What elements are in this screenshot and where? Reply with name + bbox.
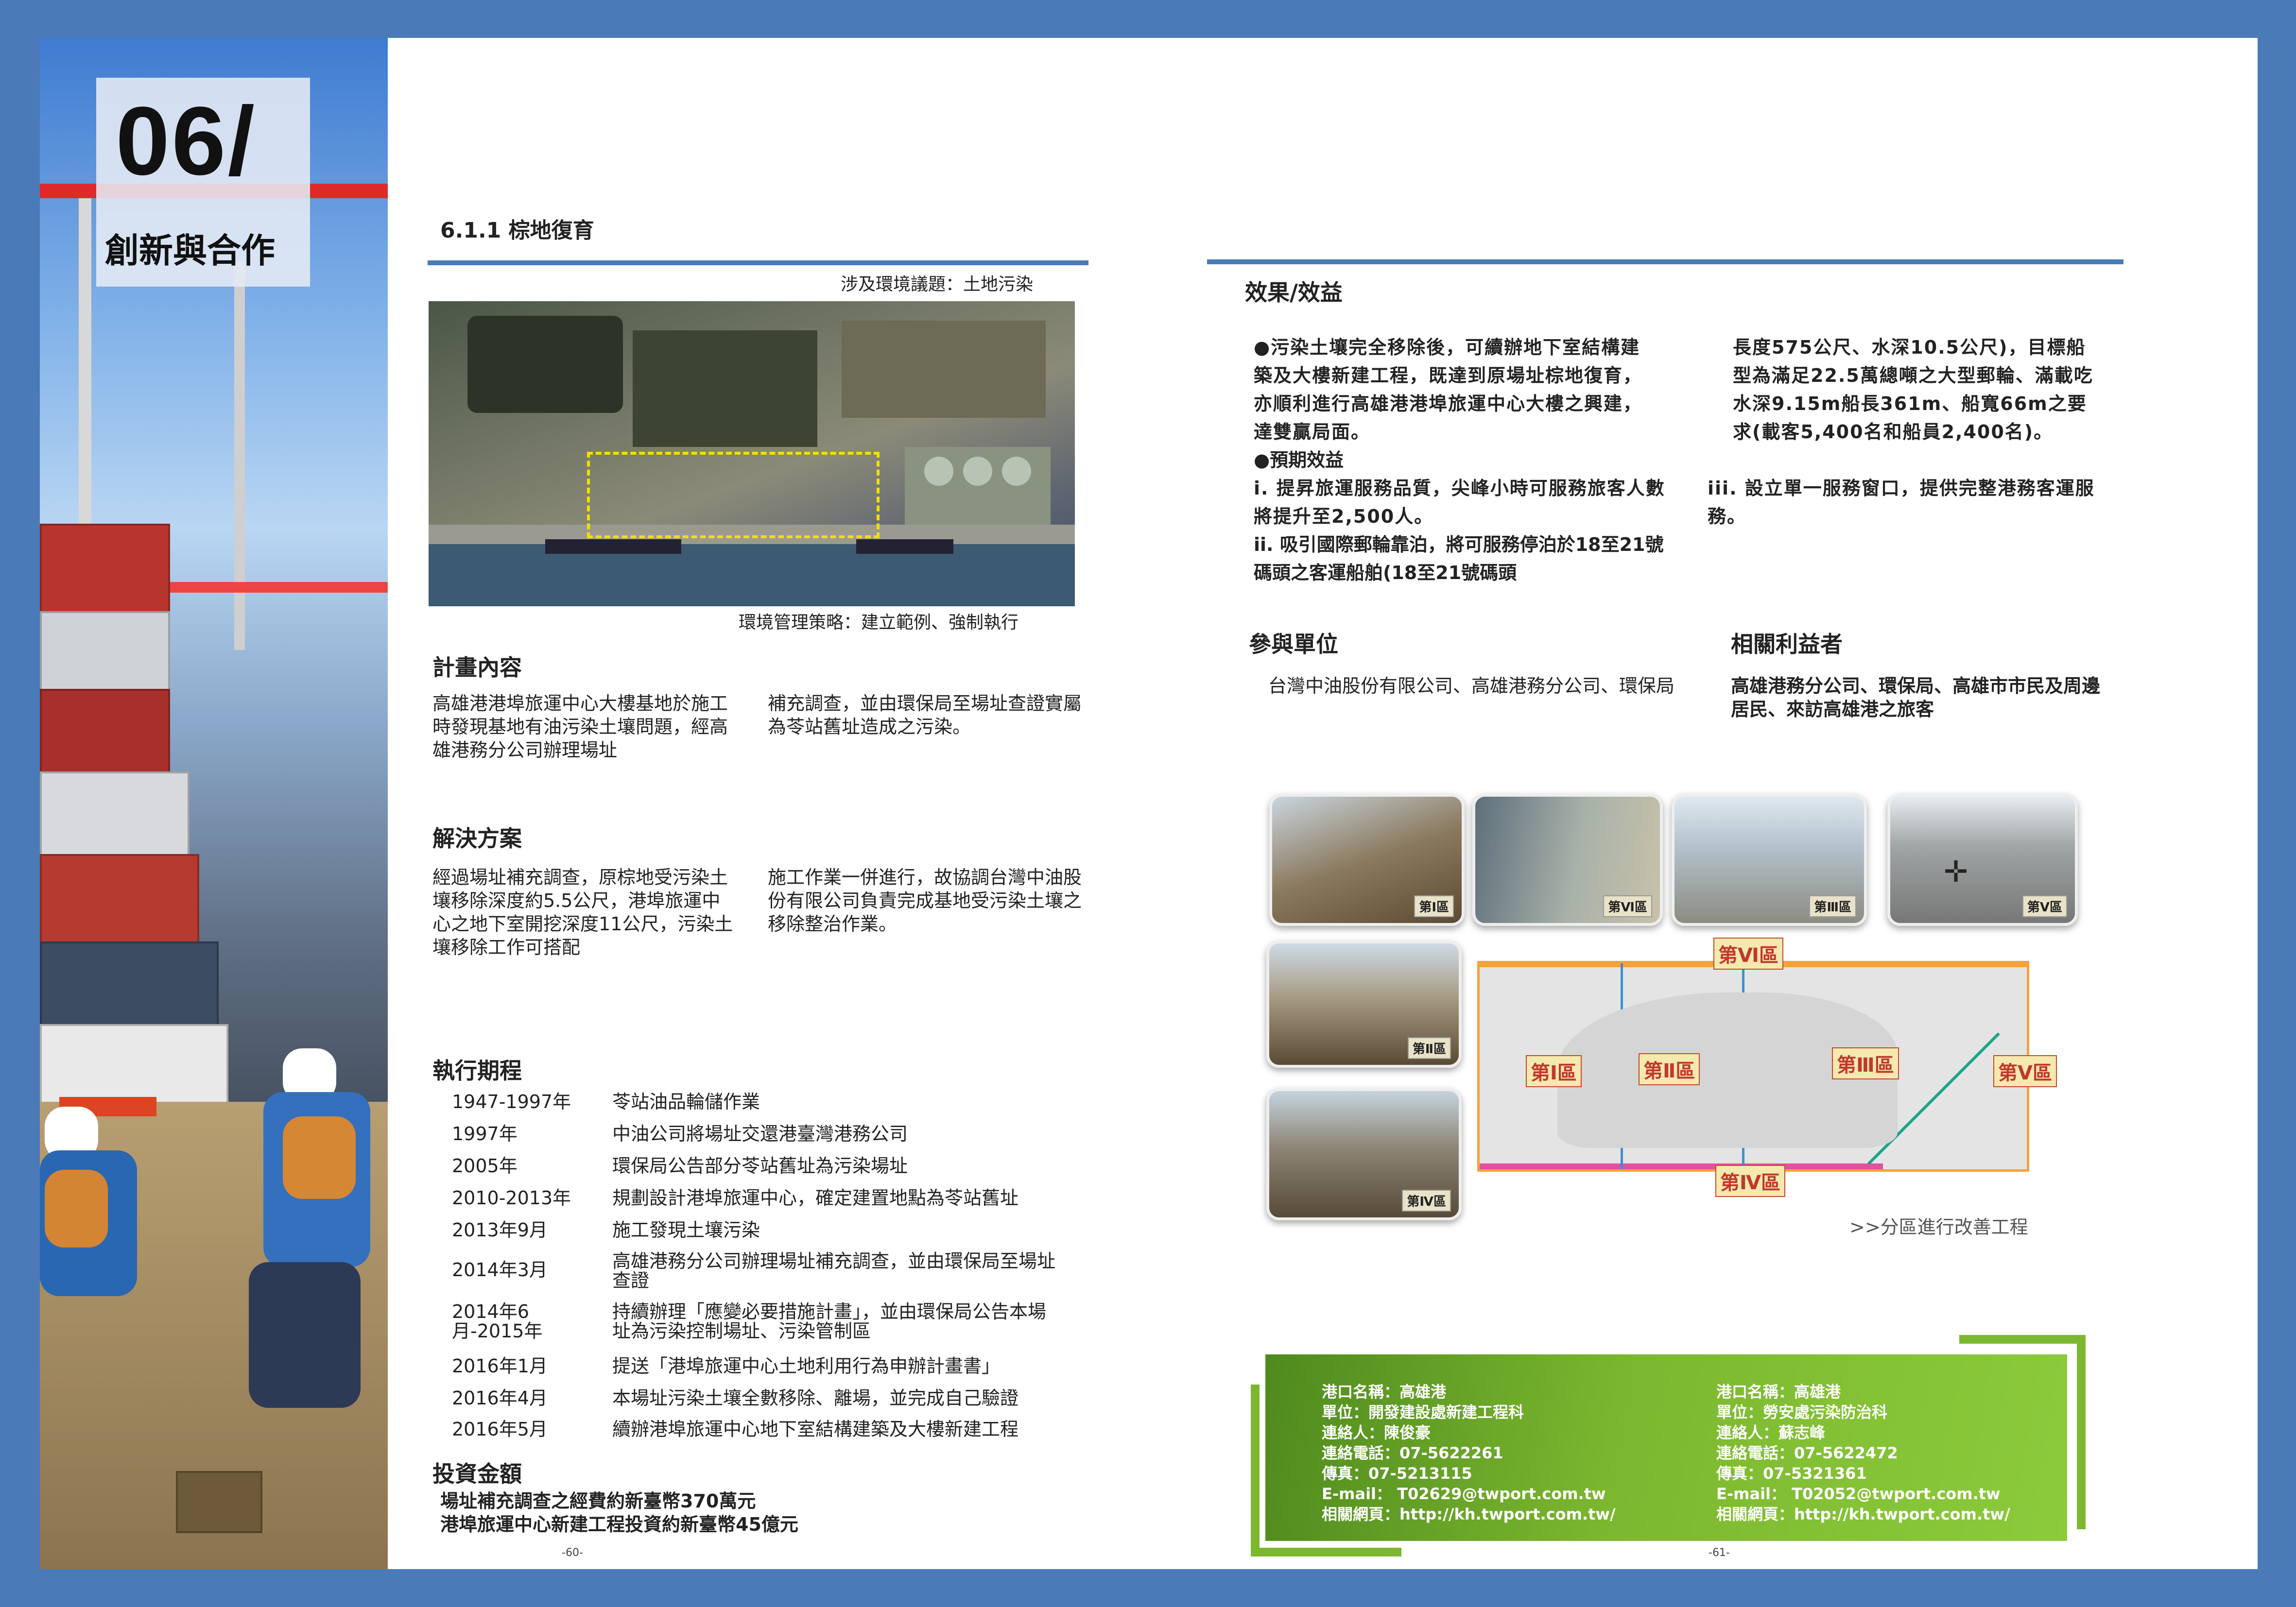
zone-map-label: 第Ⅰ區: [1526, 1055, 1582, 1087]
investment-line2: 港埠旅運中心新建工程投資約新臺幣45億元: [440, 1514, 798, 1535]
zone-map-label: 第Ⅲ區: [1832, 1047, 1899, 1079]
timeline-year: 2010-2013年: [452, 1187, 571, 1209]
contact-frame-right: [2077, 1335, 2086, 1529]
investment-line1: 場址補充調查之經費約新臺幣370萬元: [440, 1490, 756, 1512]
zone-photo-label: 第Ⅵ區: [1603, 895, 1652, 917]
aerial-site-photo: [429, 301, 1075, 606]
timeline-desc: 提送「港埠旅運中心土地利用行為申辦計畫書」: [612, 1355, 1001, 1377]
investment-heading: 投資金額: [432, 1461, 522, 1487]
contact-web[interactable]: 相關網頁：http://kh.twport.com.tw/: [1322, 1504, 1616, 1524]
timeline-year: 2016年1月: [452, 1355, 548, 1377]
timeline-year: 2014年3月: [452, 1259, 548, 1281]
effects-item-iii: iii. 設立單一服務窗口，提供完整港務客運服務。: [1708, 478, 2095, 527]
plan-text-col2: 補充調查，並由環保局至場址查證實屬為苓站舊址造成之污染。: [768, 693, 1082, 737]
zone-photo-label: 第Ⅰ區: [1414, 895, 1454, 917]
chapter-title: 創新與合作: [105, 231, 275, 271]
plan-text-col1: 高雄港港埠旅運中心大樓基地於施工時發現基地有油污染土壤問題，經高雄港務分公司辦理…: [432, 693, 728, 761]
timeline-desc: 施工發現土壤污染: [612, 1219, 760, 1241]
timeline-desc: 環保局公告部分苓站舊址為污染場址: [612, 1155, 908, 1177]
contact-port: 港口名稱：高雄港: [1716, 1383, 1841, 1401]
timeline-desc: 續辦港埠旅運中心地下室結構建築及大樓新建工程: [612, 1419, 1019, 1440]
contact-person: 連絡人：陳俊豪: [1322, 1423, 1431, 1442]
solution-text-col2: 施工作業一併進行，故協調台灣中油股份有限公司負責完成基地受污染土壤之移除整治作業…: [768, 867, 1082, 935]
chapter-box: 06/ 創新與合作: [96, 78, 310, 287]
effects-item-ii: ii. 吸引國際郵輪靠泊，將可服務停泊於18至21號碼頭之客運船舶(18至21號…: [1254, 534, 1664, 583]
zone-photo: 第Ⅵ區: [1472, 794, 1663, 926]
timeline-year: 2014年6月-2015年: [452, 1301, 543, 1342]
zone-map-label: 第Ⅳ區: [1715, 1165, 1785, 1197]
compass-icon: ✛: [1944, 855, 1968, 889]
effects-heading: 效果/效益: [1245, 279, 1343, 306]
timeline-year: 2005年: [452, 1155, 518, 1177]
timeline-heading: 執行期程: [432, 1058, 522, 1084]
zone-photo: 第Ⅳ區: [1266, 1088, 1462, 1220]
timeline-year: 1947-1997年: [452, 1091, 571, 1112]
solution-text-col1: 經過場址補充調查，原棕地受污染土壤移除深度約5.5公尺，港埠旅運中心之地下室開挖…: [432, 867, 733, 958]
stakeholders-heading: 相關利益者: [1731, 631, 1843, 657]
contact-frame-top: [1959, 1335, 2086, 1344]
timeline-desc: 本場址污染土壤全數移除、離場，並完成自己驗證: [612, 1387, 1019, 1409]
contact-phone: 連絡電話：07-5622261: [1322, 1444, 1503, 1462]
zone-photo-label: 第Ⅲ區: [1809, 895, 1856, 917]
solution-heading: 解決方案: [432, 825, 522, 852]
plan-heading: 計畫內容: [432, 654, 522, 681]
stakeholders-text: 高雄港務分公司、環保局、高雄市市民及周邊居民、來訪高雄港之旅客: [1731, 675, 2101, 720]
site-boundary-outline: [587, 452, 880, 538]
zone-photo: 第Ⅰ區: [1269, 794, 1465, 926]
env-issue-label: 涉及環境議題：土地污染: [841, 274, 1034, 294]
timeline-desc: 持續辦理「應變必要措施計畫」，並由環保局公告本場址為污染控制場址、污染管制區: [612, 1301, 1047, 1342]
timeline-desc: 中油公司將場址交還港臺灣港務公司: [612, 1123, 908, 1145]
section-title: 6.1.1 棕地復育: [440, 218, 594, 243]
contact-phone: 連絡電話：07-5622472: [1716, 1444, 1898, 1462]
zone-photo: 第Ⅲ區: [1672, 794, 1867, 926]
contact-email[interactable]: E-mail： T02052@twport.com.tw: [1716, 1484, 2010, 1504]
contact-person: 連絡人：蘇志峰: [1716, 1423, 1826, 1442]
contact-card: 港口名稱：高雄港 單位：開發建設處新建工程科 連絡人：陳俊豪 連絡電話：07-5…: [1322, 1382, 1616, 1524]
effects-col2-continuation: 長度575公尺、水深10.5公尺)，目標船型為滿足22.5萬總噸之大型郵輪、滿載…: [1733, 337, 2093, 443]
right-rule: [1207, 259, 2123, 264]
contact-frame-bottom: [1251, 1548, 1401, 1556]
contact-port: 港口名稱：高雄港: [1322, 1383, 1447, 1401]
effects-bullet2: ●預期效益: [1254, 449, 1344, 471]
contact-email[interactable]: E-mail： T02629@twport.com.tw: [1322, 1484, 1616, 1504]
timeline-year: 2016年5月: [452, 1419, 548, 1440]
timeline-year: 1997年: [452, 1123, 518, 1145]
page-number-left: -60-: [562, 1547, 583, 1559]
contact-box: 港口名稱：高雄港 單位：開發建設處新建工程科 連絡人：陳俊豪 連絡電話：07-5…: [1265, 1354, 2067, 1541]
contact-card: 港口名稱：高雄港 單位：勞安處污染防治科 連絡人：蘇志峰 連絡電話：07-562…: [1716, 1382, 2010, 1524]
section-rule: [428, 260, 1088, 265]
participants-heading: 參與單位: [1249, 631, 1338, 657]
page-number-right: -61-: [1709, 1547, 1730, 1559]
timeline-desc: 高雄港務分公司辦理場址補充調查，並由環保局至場址查證: [612, 1250, 1056, 1291]
contact-frame-left: [1251, 1385, 1260, 1555]
participants-text: 台灣中油股份有限公司、高雄港務分公司、環保局: [1268, 675, 1675, 697]
effects-item-i: i. 提昇旅運服務品質，尖峰小時可服務旅客人數將提升至2,500人。: [1254, 478, 1665, 527]
contact-unit: 單位：開發建設處新建工程科: [1322, 1403, 1524, 1421]
zone-photo-label: 第Ⅳ區: [1402, 1190, 1451, 1212]
zone-map-label: 第Ⅵ區: [1713, 938, 1783, 970]
contact-web[interactable]: 相關網頁：http://kh.twport.com.tw/: [1716, 1504, 2010, 1524]
effects-bullet1: ●污染土壤完全移除後，可續辦地下室結構建築及大樓新建工程，既達到原場址棕地復育，…: [1254, 337, 1643, 443]
contact-fax: 傳真：07-5321361: [1716, 1464, 1867, 1483]
zone-photo-label: 第Ⅱ區: [1407, 1037, 1451, 1059]
contact-fax: 傳真：07-5213115: [1322, 1464, 1472, 1483]
zone-photo: 第Ⅴ區 ✛: [1887, 794, 2078, 926]
zone-caption: >>分區進行改善工程: [1849, 1216, 2028, 1238]
contact-unit: 單位：勞安處污染防治科: [1716, 1403, 1888, 1421]
env-strategy-label: 環境管理策略：建立範例、強制執行: [739, 613, 1019, 633]
zone-photo: 第Ⅱ區: [1266, 940, 1462, 1068]
chapter-number: 06/: [116, 87, 257, 195]
timeline-year: 2013年9月: [452, 1219, 548, 1241]
timeline-year: 2016年4月: [452, 1387, 548, 1409]
timeline-desc: 苓站油品輪儲作業: [612, 1091, 760, 1112]
brochure-spread: 06/ 創新與合作 6.1.1 棕地復育 涉及環境議題：土地污染 環境管理策略：…: [0, 0, 2296, 1607]
zone-map-label: 第Ⅱ區: [1639, 1053, 1700, 1085]
zone-map-label: 第Ⅴ區: [1993, 1055, 2057, 1087]
zone-photo-label: 第Ⅴ區: [2022, 895, 2067, 917]
timeline-desc: 規劃設計港埠旅運中心，確定建置地點為苓站舊址: [612, 1187, 1019, 1209]
